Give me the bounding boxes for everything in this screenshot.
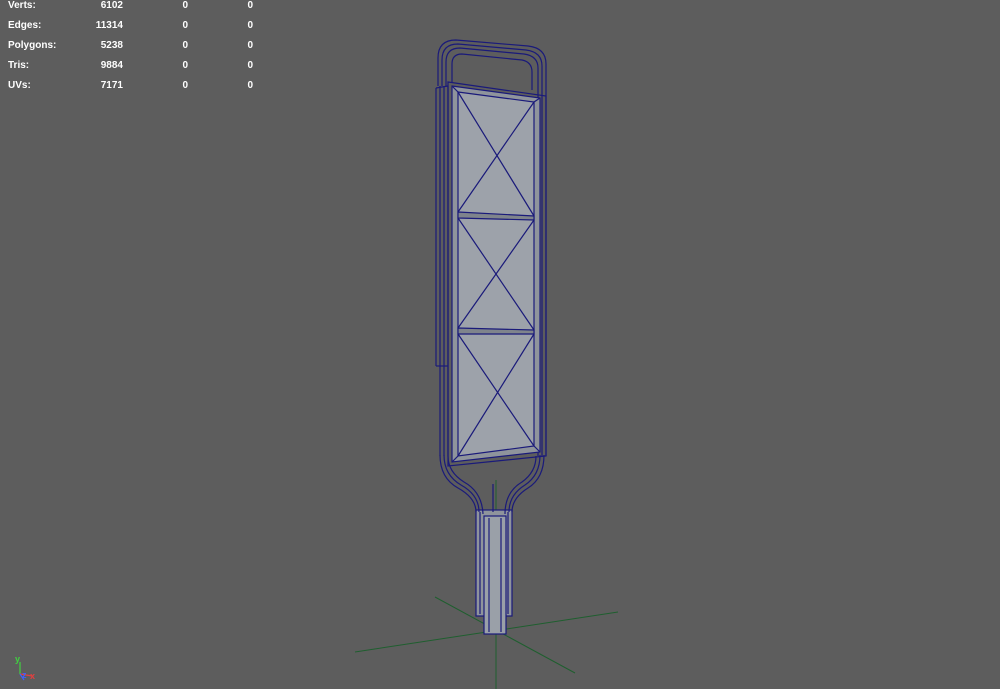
hud-value: 0 [247, 20, 253, 31]
poly-count-hud: Verts: 6102 0 0 Edges: 11314 0 0 Polygon… [0, 0, 260, 100]
frame-left-rails [435, 85, 449, 456]
viewport-scene[interactable] [0, 0, 1000, 689]
hud-value: 0 [182, 60, 188, 71]
axis-gizmo: y z x [10, 654, 40, 684]
hud-value: 6102 [100, 0, 123, 11]
hud-row-verts: Verts: 6102 0 0 [0, 0, 260, 20]
hud-label: Verts: [8, 0, 36, 11]
hud-label: Tris: [8, 60, 30, 71]
sign-model[interactable] [435, 39, 547, 635]
sign-panel[interactable] [447, 81, 547, 467]
sign-post[interactable] [475, 509, 513, 635]
x-axis-label: x [30, 671, 36, 681]
hud-value: 0 [182, 40, 188, 51]
hud-label: Polygons: [8, 40, 57, 51]
hud-value: 9884 [100, 60, 123, 71]
hud-label: UVs: [8, 80, 31, 91]
hud-value: 5238 [100, 40, 123, 51]
post-front [483, 515, 507, 635]
hud-value: 0 [247, 40, 253, 51]
z-axis-label: z [22, 670, 27, 680]
hud-value: 0 [247, 0, 253, 11]
hud-value: 0 [182, 0, 188, 11]
hud-row-uvs: UVs: 7171 0 0 [0, 80, 260, 100]
frame-bottom-funnel [439, 454, 545, 515]
hud-value: 0 [182, 20, 188, 31]
3d-viewport[interactable]: Verts: 6102 0 0 Edges: 11314 0 0 Polygon… [0, 0, 1000, 689]
hud-row-tris: Tris: 9884 0 0 [0, 60, 260, 80]
hud-value: 0 [247, 60, 253, 71]
hud-row-edges: Edges: 11314 0 0 [0, 20, 260, 40]
hud-row-polygons: Polygons: 5238 0 0 [0, 40, 260, 60]
hud-label: Edges: [8, 20, 42, 31]
hud-value: 7171 [100, 80, 123, 91]
hud-value: 0 [247, 80, 253, 91]
y-axis-label: y [15, 654, 21, 664]
hud-value: 0 [182, 80, 188, 91]
hud-value: 11314 [95, 20, 123, 31]
